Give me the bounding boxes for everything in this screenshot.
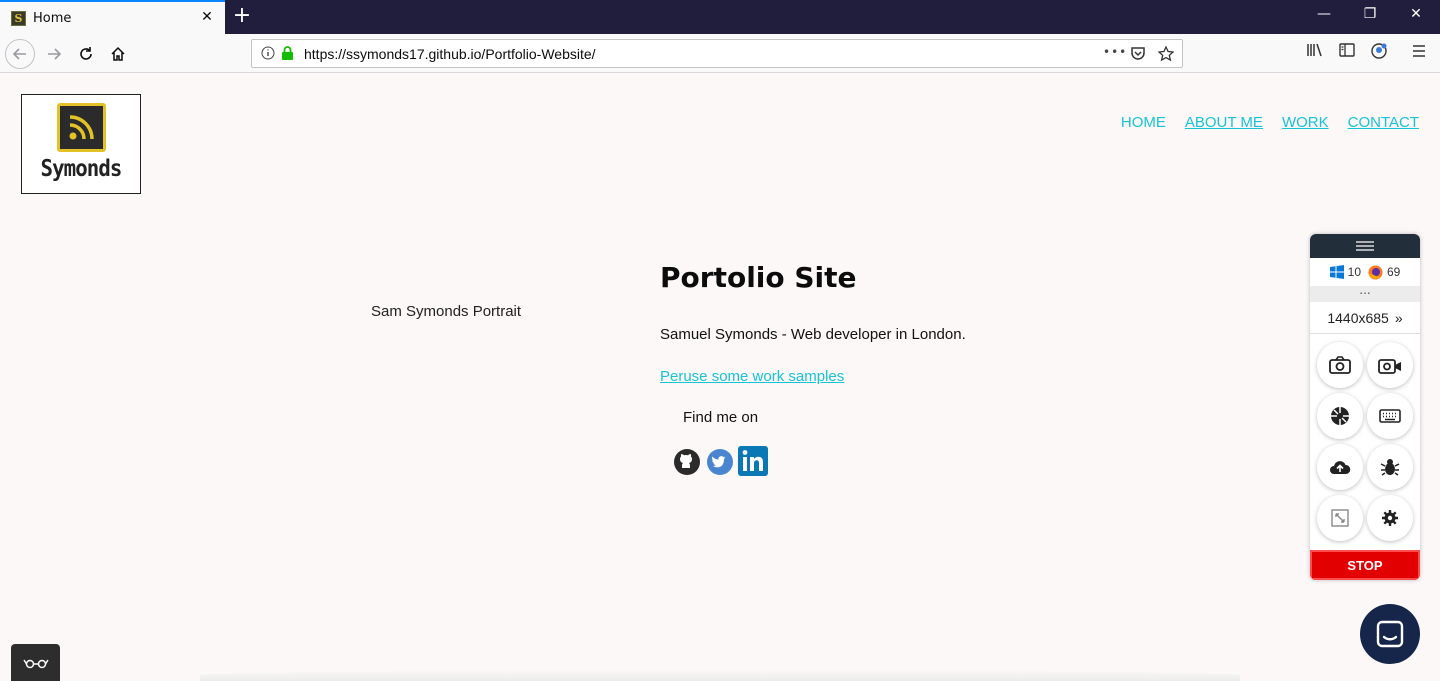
keyboard-button[interactable] [1367, 393, 1413, 439]
aperture-icon [1331, 407, 1349, 425]
new-tab-button[interactable]: + [232, 3, 252, 29]
main-nav: HOME ABOUT ME WORK CONTACT [1121, 114, 1419, 131]
url-text[interactable]: https://ssymonds17.github.io/Portfolio-W… [304, 46, 596, 62]
library-icon[interactable] [1307, 43, 1323, 61]
site-logo[interactable]: Symonds [21, 94, 141, 194]
reload-button[interactable] [71, 39, 101, 69]
cloud-upload-icon [1330, 461, 1351, 474]
sidebar-icon[interactable] [1339, 43, 1355, 61]
logo-text: Symonds [40, 156, 123, 182]
site-favicon-icon: S [11, 10, 26, 26]
lock-icon[interactable] [281, 46, 294, 64]
resolution-selector[interactable]: 1440x685 » [1310, 302, 1420, 334]
camera-icon [1329, 356, 1351, 374]
find-me-label: Find me on [683, 409, 759, 426]
page-title: Portolio Site [660, 261, 857, 294]
bookmark-star-icon[interactable] [1157, 45, 1175, 66]
portrait-image-alt: Sam Symonds Portrait [371, 303, 522, 320]
forward-button[interactable] [39, 39, 69, 69]
video-camera-icon [1378, 359, 1401, 374]
close-tab-icon[interactable]: ✕ [199, 9, 215, 25]
resolution-value: 1440x685 [1327, 309, 1389, 326]
arrow-left-icon [12, 48, 26, 60]
upload-button[interactable] [1317, 444, 1363, 490]
work-samples-link[interactable]: Peruse some work samples [660, 368, 844, 385]
github-icon[interactable] [673, 448, 701, 480]
drag-handle-icon [1356, 241, 1374, 251]
screenshot-tool-panel: 10 69 ... 1440x685 » STOP [1310, 234, 1420, 580]
windows-icon [1329, 265, 1344, 279]
account-icon[interactable] [1371, 43, 1387, 63]
tab-title: Home [33, 10, 72, 26]
menu-hamburger-icon[interactable] [1412, 43, 1426, 61]
video-record-button[interactable] [1367, 342, 1413, 388]
browser-select-button[interactable] [1317, 393, 1363, 439]
page-actions-icon[interactable]: ••• [1103, 45, 1127, 59]
browser-version: 69 [1387, 265, 1401, 279]
back-button[interactable] [5, 39, 35, 69]
gear-icon [1382, 510, 1398, 526]
environment-info: 10 69 [1310, 258, 1420, 286]
chat-launcher-button[interactable] [1360, 604, 1420, 664]
resize-button[interactable] [1317, 495, 1363, 541]
linkedin-icon[interactable] [738, 446, 768, 480]
chevron-right-icon: » [1394, 309, 1403, 326]
firefox-icon [1368, 265, 1383, 279]
report-bug-button[interactable] [1367, 444, 1413, 490]
nav-link-about[interactable]: ABOUT ME [1185, 114, 1263, 131]
stop-button[interactable]: STOP [1310, 550, 1420, 580]
close-window-button[interactable]: ✕ [1406, 6, 1426, 22]
glasses-icon [22, 659, 49, 668]
os-version: 10 [1347, 265, 1361, 279]
pocket-icon[interactable] [1130, 46, 1146, 65]
info-icon[interactable] [261, 46, 275, 64]
arrow-right-icon [48, 48, 62, 60]
rss-icon [57, 103, 106, 152]
keyboard-icon [1379, 409, 1401, 423]
drag-handle[interactable] [1310, 234, 1420, 258]
home-button[interactable] [103, 39, 133, 69]
settings-button[interactable] [1367, 495, 1413, 541]
tagline: Samuel Symonds - Web developer in London… [660, 326, 966, 343]
reload-icon [80, 47, 92, 60]
footer-edge [200, 670, 1240, 681]
twitter-icon[interactable] [706, 448, 734, 480]
nav-link-home[interactable]: HOME [1121, 114, 1166, 131]
tab-bar: S Home ✕ + — ❐ ✕ [0, 0, 1440, 34]
bug-icon [1380, 459, 1400, 476]
url-bar[interactable]: https://ssymonds17.github.io/Portfolio-W… [251, 39, 1183, 68]
tab-home[interactable]: S Home ✕ [0, 0, 225, 34]
nav-link-contact[interactable]: CONTACT [1348, 114, 1419, 131]
minimize-window-button[interactable]: — [1314, 6, 1334, 22]
chat-icon [1376, 620, 1404, 648]
nav-toolbar: https://ssymonds17.github.io/Portfolio-W… [0, 34, 1440, 73]
maximize-window-button[interactable]: ❐ [1360, 6, 1380, 22]
accessibility-button[interactable] [11, 644, 60, 681]
more-dots[interactable]: ... [1310, 284, 1420, 302]
home-icon [111, 46, 125, 61]
nav-link-work[interactable]: WORK [1282, 114, 1329, 131]
resize-icon [1331, 509, 1349, 527]
screenshot-button[interactable] [1317, 342, 1363, 388]
